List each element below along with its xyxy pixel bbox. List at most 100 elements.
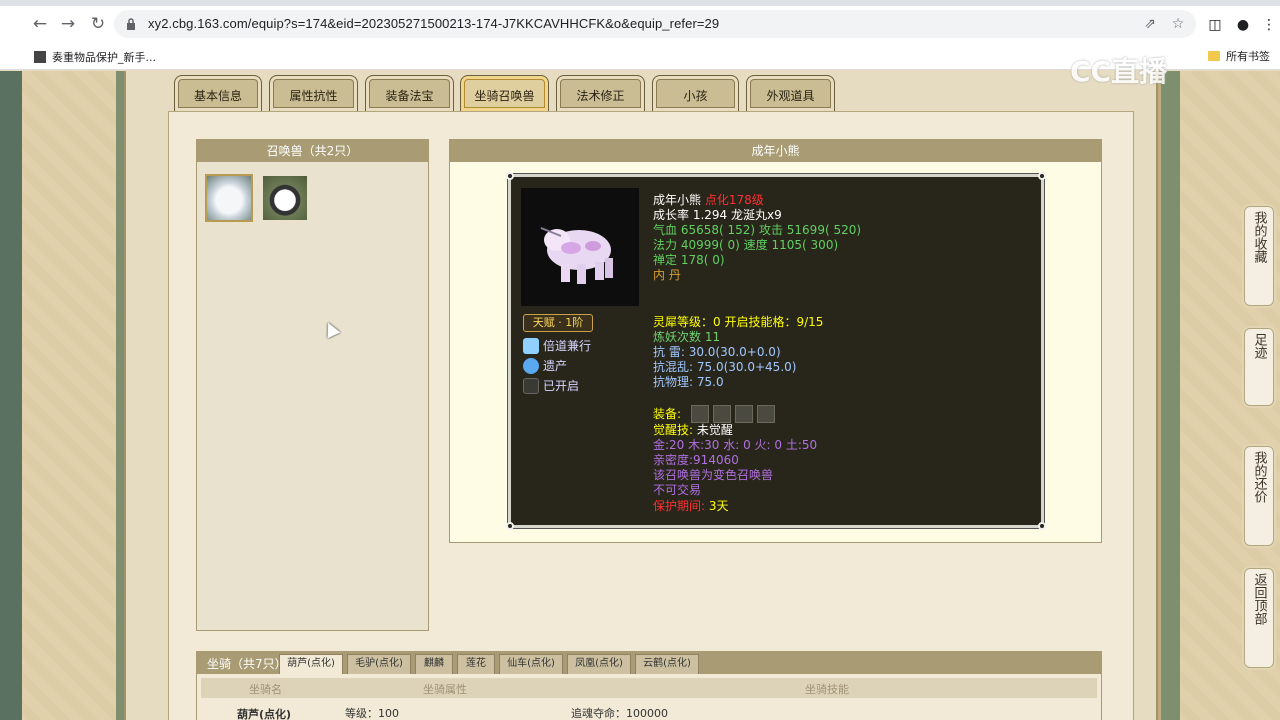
mount-header: 坐骑（共7只） 葫芦(点化) 毛驴(点化) 麒麟 莲花 仙车(点化) 凤凰(点化… <box>197 652 1101 674</box>
no-trade-note: 不可交易 <box>653 483 702 497</box>
address-bar[interactable]: xy2.cbg.163.com/equip?s=174&eid=20230527… <box>114 10 1196 38</box>
column-header: 坐骑属性 <box>423 683 467 696</box>
pet-detail-panel: 成年小熊 成年小熊 点化178级 成长率 1.294 龙涎丸x9 气血 6565… <box>449 139 1102 543</box>
tab-spell-mod[interactable]: 法术修正 <box>556 75 645 111</box>
mount-title: 坐骑（共7只） <box>207 657 287 671</box>
tab-attributes[interactable]: 属性抗性 <box>269 75 358 111</box>
mount-tab[interactable]: 云鹤(点化) <box>635 654 699 674</box>
pet-level: 点化178级 <box>704 193 764 207</box>
back-icon[interactable]: ← <box>28 12 52 36</box>
skill-slot-icon[interactable] <box>523 378 539 394</box>
mount-tab[interactable]: 莲花 <box>457 654 495 674</box>
mount-tab[interactable]: 仙车(点化) <box>499 654 563 674</box>
resist-physical: 抗物理: 75.0 <box>653 375 724 389</box>
mount-tab[interactable]: 葫芦(点化) <box>279 654 343 674</box>
equip-slot[interactable] <box>713 405 731 423</box>
button-label: 我的还价 <box>1251 451 1267 503</box>
my-favorites-button[interactable]: 我的收藏 <box>1244 206 1274 306</box>
page-background: 基本信息 属性抗性 装备法宝 坐骑召唤兽 法术修正 小孩 外观道具 召唤兽（共2… <box>0 71 1280 720</box>
pet-list-panel: 召唤兽（共2只） <box>196 139 429 631</box>
pet-detail-title: 成年小熊 <box>450 140 1101 162</box>
tab-child[interactable]: 小孩 <box>652 75 739 111</box>
tab-label: 小孩 <box>683 89 708 103</box>
tab-label: 法术修正 <box>576 89 625 103</box>
right-border <box>1158 71 1180 720</box>
bookmark-item[interactable]: 奏重物品保护_新手... <box>34 49 156 65</box>
pet-info-card: 成年小熊 点化178级 成长率 1.294 龙涎丸x9 气血 65658( 15… <box>506 172 1046 530</box>
panda-pet-thumbnail[interactable] <box>261 174 309 222</box>
pet-growth: 成长率 1.294 龙涎丸x9 <box>653 208 782 222</box>
skill-name: 遗产 <box>543 359 568 373</box>
folder-icon <box>1208 51 1220 61</box>
tab-appearance[interactable]: 外观道具 <box>746 75 835 111</box>
equip-slot[interactable] <box>757 405 775 423</box>
tab-equipment[interactable]: 装备法宝 <box>365 75 454 111</box>
equip-slot[interactable] <box>691 405 709 423</box>
skill-icon[interactable] <box>523 358 539 374</box>
menu-icon[interactable]: ⋮ <box>1260 16 1278 34</box>
stream-watermark: CC直播 <box>1070 55 1168 88</box>
equip-label: 装备: <box>653 407 682 421</box>
all-bookmarks-label: 所有书签 <box>1226 50 1270 63</box>
pet-portrait <box>521 188 639 306</box>
card-corner <box>1038 522 1046 530</box>
back-to-top-button[interactable]: 返回顶部 <box>1244 568 1274 668</box>
spirit-level: 灵犀等级：0 开启技能格：9/15 <box>653 315 824 329</box>
button-label: 我的收藏 <box>1251 211 1267 263</box>
resist-thunder: 抗 雷: 30.0(30.0+0.0) <box>653 345 781 359</box>
browser-toolbar: ← → ↻ xy2.cbg.163.com/equip?s=174&eid=20… <box>0 6 1280 42</box>
skill-name: 已开启 <box>543 379 580 393</box>
talent-badge[interactable]: 天赋 · 1阶 <box>523 314 593 332</box>
sidepanel-icon[interactable]: ◫ <box>1206 16 1224 34</box>
polar-bear-pet-thumbnail[interactable] <box>205 174 253 222</box>
mount-tab[interactable]: 毛驴(点化) <box>347 654 411 674</box>
tab-basic-info[interactable]: 基本信息 <box>174 75 262 111</box>
refine-count: 炼妖次数 11 <box>653 330 721 344</box>
button-label: 返回顶部 <box>1251 573 1267 625</box>
tab-label: 基本信息 <box>193 89 242 103</box>
pet-mp-spd: 法力 40999( 0) 速度 1105( 300) <box>653 238 839 252</box>
star-icon[interactable]: ☆ <box>1168 14 1188 34</box>
equip-slot[interactable] <box>735 405 753 423</box>
mount-table-header: 坐骑名 坐骑属性 坐骑技能 <box>201 678 1097 698</box>
column-header: 坐骑名 <box>249 683 282 696</box>
pet-hp-atk: 气血 65658( 152) 攻击 51699( 520) <box>653 223 862 237</box>
share-icon[interactable]: ⇗ <box>1140 14 1160 34</box>
favicon-icon <box>34 51 46 63</box>
inner-dan-label: 内 丹 <box>653 268 681 282</box>
tab-label: 坐骑召唤兽 <box>474 89 535 103</box>
mount-attr: 等级：100 <box>345 707 399 720</box>
elements: 金:20 木:30 水: 0 火: 0 土:50 <box>653 438 818 452</box>
mount-tab[interactable]: 麒麟 <box>415 654 453 674</box>
tab-label: 外观道具 <box>766 89 815 103</box>
intimacy: 亲密度:914060 <box>653 453 739 467</box>
card-corner <box>506 172 514 180</box>
protect-period: 保护期间: 3天 <box>653 499 729 513</box>
button-label: 足迹 <box>1251 333 1267 359</box>
lock-icon <box>127 18 135 30</box>
left-border-inner <box>116 71 124 720</box>
skill-icon[interactable] <box>523 338 539 354</box>
column-header: 坐骑技能 <box>805 683 849 696</box>
tab-label: 装备法宝 <box>385 89 434 103</box>
forward-icon[interactable]: → <box>56 12 80 36</box>
url-text: xy2.cbg.163.com/equip?s=174&eid=20230527… <box>148 16 720 31</box>
resist-chaos: 抗混乱: 75.0(30.0+45.0) <box>653 360 797 374</box>
mount-skill: 追魂夺命：100000 <box>571 707 668 720</box>
card-corner <box>506 522 514 530</box>
profile-icon[interactable]: ● <box>1234 16 1252 34</box>
mount-panel: 坐骑（共7只） 葫芦(点化) 毛驴(点化) 麒麟 莲花 仙车(点化) 凤凰(点化… <box>196 651 1102 720</box>
reload-icon[interactable]: ↻ <box>86 12 110 36</box>
footprint-button[interactable]: 足迹 <box>1244 328 1274 406</box>
mount-tab[interactable]: 凤凰(点化) <box>567 654 631 674</box>
tab-mount-pets[interactable]: 坐骑召唤兽 <box>460 75 549 111</box>
left-border <box>0 71 22 720</box>
mount-name: 葫芦(点化) <box>237 708 292 720</box>
skill-name: 倍道兼行 <box>543 339 592 353</box>
pet-list-title: 召唤兽（共2只） <box>197 140 428 162</box>
bookmark-label: 奏重物品保护_新手... <box>52 51 156 64</box>
awaken-skill: 觉醒技: 未觉醒 <box>653 423 733 437</box>
all-bookmarks[interactable]: 所有书签 <box>1208 48 1270 64</box>
my-counteroffer-button[interactable]: 我的还价 <box>1244 446 1274 546</box>
pet-zen: 禅定 178( 0) <box>653 253 725 267</box>
